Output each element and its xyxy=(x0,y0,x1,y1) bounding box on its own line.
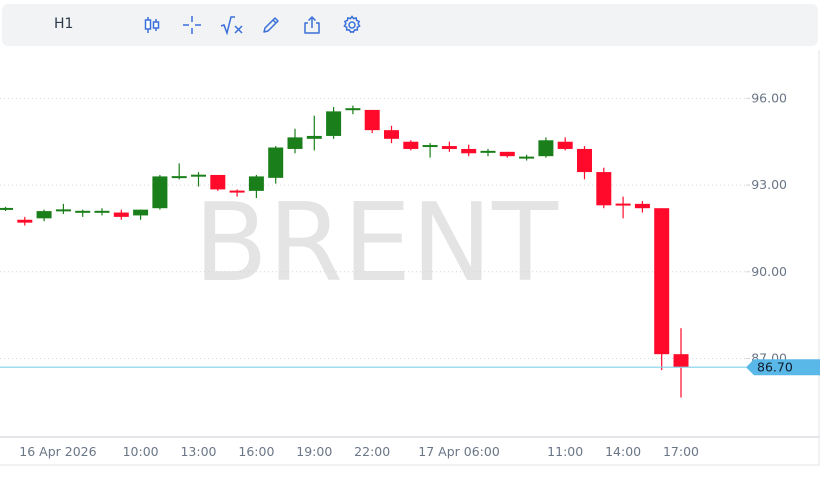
candle xyxy=(152,174,168,210)
candle xyxy=(577,146,592,180)
candle-body xyxy=(557,141,573,149)
price-chart[interactable]: BRENT 96.0093.0090.0087.0016 Apr 2026 10:… xyxy=(0,50,820,487)
candle-body xyxy=(634,203,650,209)
watermark: BRENT xyxy=(194,181,559,306)
timeframe-selector[interactable]: H1 xyxy=(54,16,73,32)
candle-body xyxy=(364,109,380,131)
x-tick-label: 22:00 xyxy=(354,444,390,459)
candle xyxy=(17,216,33,226)
candle-body xyxy=(0,207,13,210)
y-tick-label: 96.00 xyxy=(751,90,787,105)
candle xyxy=(268,146,284,184)
candle xyxy=(55,203,71,214)
candle-body xyxy=(94,210,110,213)
candle xyxy=(538,137,554,158)
candle xyxy=(0,206,13,212)
candle xyxy=(210,174,226,191)
x-tick-label: 16 Apr 2026 xyxy=(19,444,96,459)
candle xyxy=(306,115,322,151)
candle xyxy=(75,209,91,217)
draw-icon[interactable] xyxy=(260,14,282,36)
candle-body xyxy=(326,111,342,136)
candle-body xyxy=(384,130,399,139)
candle xyxy=(287,128,303,154)
candle-body xyxy=(17,219,33,223)
candle xyxy=(557,137,573,151)
candle-body xyxy=(248,176,264,191)
candle-body xyxy=(615,203,631,206)
candle xyxy=(326,107,342,139)
x-tick-label: 19:00 xyxy=(296,444,332,459)
x-tick-label: 17 Apr 06:00 xyxy=(418,444,500,459)
candle-body xyxy=(499,151,515,157)
candle-body xyxy=(210,174,226,190)
candle-body xyxy=(538,140,554,157)
y-tick-label: 90.00 xyxy=(751,264,787,279)
candle-body xyxy=(55,209,71,212)
candle-body xyxy=(577,148,592,173)
candle xyxy=(673,328,689,398)
candle-body xyxy=(191,174,206,177)
candle-body xyxy=(229,190,245,193)
x-tick-label: 17:00 xyxy=(663,444,699,459)
x-tick-label: 11:00 xyxy=(547,444,583,459)
candle-body xyxy=(133,209,149,216)
candle-body xyxy=(75,210,91,213)
candle-body xyxy=(441,146,457,149)
candle xyxy=(480,148,496,157)
candle-body xyxy=(152,176,168,209)
candle xyxy=(403,140,419,151)
candle xyxy=(596,167,612,209)
candle-body xyxy=(461,148,477,154)
candle xyxy=(441,141,457,152)
candle-body xyxy=(171,176,187,179)
candle xyxy=(615,196,631,219)
candle-body xyxy=(480,150,496,153)
candle-body xyxy=(306,135,322,139)
candle xyxy=(519,154,535,161)
x-tick-label: 10:00 xyxy=(123,444,159,459)
candle xyxy=(499,151,515,158)
candle-body xyxy=(268,147,284,178)
candle xyxy=(94,208,110,216)
candle-body xyxy=(403,141,419,149)
candle xyxy=(384,125,399,144)
candle-body xyxy=(673,354,689,368)
candle-body xyxy=(36,211,52,219)
crosshair-icon[interactable] xyxy=(181,14,203,36)
x-tick-label: 14:00 xyxy=(605,444,641,459)
y-tick-label: 93.00 xyxy=(751,177,787,192)
candle-body xyxy=(287,137,303,149)
candle xyxy=(461,144,477,157)
candle xyxy=(36,209,52,222)
share-icon[interactable] xyxy=(301,14,323,36)
chart-toolbar: H1 xyxy=(2,4,818,46)
indicators-icon[interactable] xyxy=(220,14,246,36)
candle xyxy=(113,209,129,220)
candles-icon[interactable] xyxy=(141,14,163,36)
candle xyxy=(345,105,361,115)
candle-body xyxy=(519,156,535,159)
settings-icon[interactable] xyxy=(341,14,363,36)
x-tick-label: 16:00 xyxy=(238,444,274,459)
candle-body xyxy=(422,145,438,148)
candle xyxy=(171,163,187,180)
candle-body xyxy=(596,172,612,206)
candle xyxy=(654,208,670,371)
candle xyxy=(634,200,650,213)
candle xyxy=(422,143,438,158)
candle-body xyxy=(654,208,670,355)
candle xyxy=(364,109,380,134)
candle xyxy=(133,209,149,220)
x-tick-label: 13:00 xyxy=(180,444,216,459)
candle-body xyxy=(345,108,361,111)
current-price-label: 86.70 xyxy=(757,360,793,375)
candle-body xyxy=(113,212,129,217)
